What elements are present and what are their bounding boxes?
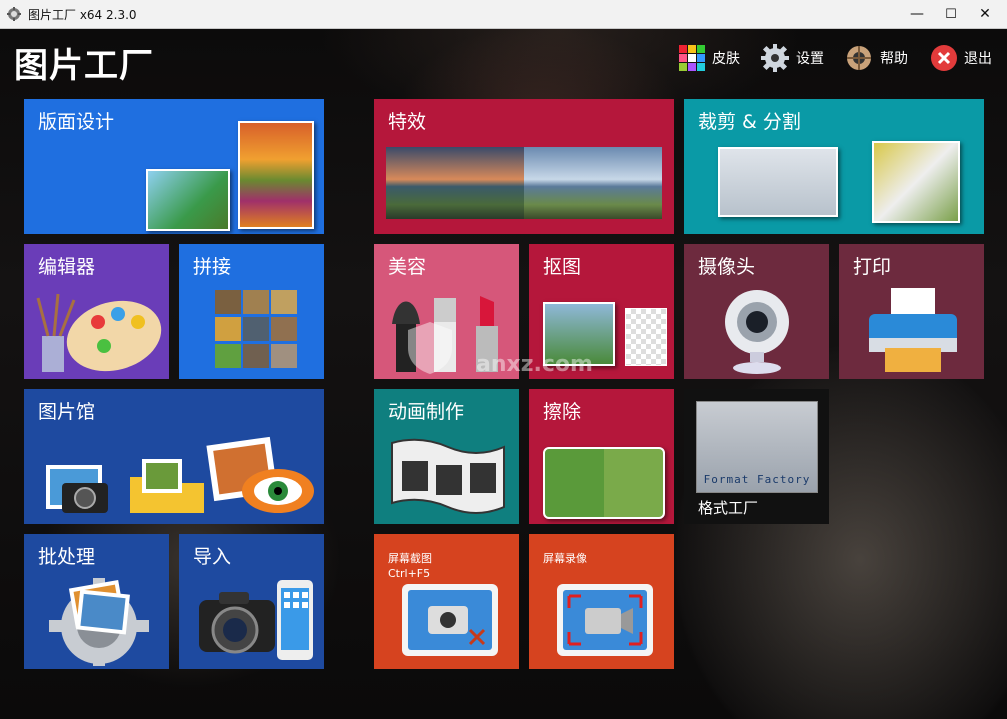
window-title: 图片工厂 x64 2.3.0 (28, 8, 137, 22)
paint-palette-icon (36, 293, 162, 372)
camera-phone-icon (199, 580, 313, 660)
tile-label: 批处理 (38, 546, 96, 568)
cutout-transparent-image (625, 308, 667, 366)
tile-label: 摄像头 (698, 256, 756, 278)
settings-label: 设置 (796, 51, 824, 67)
watermark-logo: anxz.com (400, 318, 620, 398)
title-bar: 图片工厂 x64 2.3.0 — ☐ ✕ (0, 0, 1007, 29)
collage-image (146, 169, 230, 231)
format-factory-image-text: Format Factory (703, 473, 811, 486)
tile-gallery[interactable]: 图片馆 (24, 389, 324, 524)
tile-label: 导入 (193, 546, 232, 568)
tile-label: 版面设计 (38, 111, 115, 133)
webcam-icon (725, 290, 789, 374)
format-factory-image: Format Factory (696, 401, 818, 493)
tile-effects[interactable]: 特效 (374, 99, 674, 234)
tile-label: 屏幕截图 Ctrl+F5 (388, 551, 432, 581)
help-label: 帮助 (880, 51, 908, 67)
tile-import[interactable]: 导入 (179, 534, 324, 669)
split-grid-photo (872, 141, 960, 223)
gallery-icons (46, 436, 314, 513)
lighthouse-before-image (386, 147, 524, 219)
tile-label: 编辑器 (38, 256, 96, 278)
printer-icon (869, 288, 957, 372)
deer-grid-image (543, 447, 665, 519)
help-icon (847, 46, 871, 70)
minimize-button[interactable]: — (900, 0, 934, 28)
tile-label: 图片馆 (38, 401, 96, 423)
batch-gear-icon (49, 578, 149, 666)
puppies-photo (718, 147, 838, 217)
app-title: 图片工厂 (14, 46, 154, 86)
tile-stitch[interactable]: 拼接 (179, 244, 324, 379)
tile-editor[interactable]: 编辑器 (24, 244, 169, 379)
settings-button[interactable]: 设置 (760, 42, 824, 74)
tile-label: 动画制作 (388, 401, 465, 423)
tile-label: 裁剪 & 分割 (698, 111, 801, 133)
tile-camera[interactable]: 摄像头 (684, 244, 829, 379)
tile-label: 特效 (388, 111, 427, 133)
tile-label: 擦除 (543, 401, 582, 423)
tile-erase[interactable]: 擦除 (529, 389, 674, 524)
screen-record-icon (557, 584, 653, 656)
screenshot-hotkey: Ctrl+F5 (388, 567, 431, 580)
screenshot-label: 屏幕截图 (388, 552, 432, 565)
tile-label: 打印 (853, 256, 892, 278)
app-window: 图片工厂 x64 2.3.0 — ☐ ✕ 图片工厂 皮肤 设置 帮助 退出 版面… (0, 0, 1007, 719)
gear-icon (761, 44, 789, 72)
tile-label: 抠图 (543, 256, 582, 278)
tile-screenshot[interactable]: 屏幕截图 Ctrl+F5 (374, 534, 519, 669)
close-button[interactable]: ✕ (968, 0, 1002, 28)
tile-print[interactable]: 打印 (839, 244, 984, 379)
shield-icon (408, 322, 452, 374)
tile-layout-design[interactable]: 版面设计 (24, 99, 324, 234)
collage-image (238, 121, 314, 229)
tile-label: 拼接 (193, 256, 232, 278)
tile-label: 屏幕录像 (543, 552, 587, 565)
skin-button[interactable]: 皮肤 (678, 42, 740, 74)
tile-screen-record[interactable]: 屏幕录像 (529, 534, 674, 669)
skin-label: 皮肤 (712, 51, 740, 67)
tile-animation[interactable]: 动画制作 (374, 389, 519, 524)
exit-icon (931, 45, 957, 71)
exit-button[interactable]: 退出 (930, 42, 992, 74)
screenshot-icon (402, 584, 498, 656)
exit-label: 退出 (964, 51, 992, 67)
tile-crop-split[interactable]: 裁剪 & 分割 (684, 99, 984, 234)
maximize-button[interactable]: ☐ (934, 0, 968, 28)
help-button[interactable]: 帮助 (844, 42, 908, 74)
tile-label: 格式工厂 (698, 499, 759, 517)
photo-grid-icon (215, 290, 297, 368)
tile-format-factory[interactable]: Format Factory 格式工厂 (684, 389, 829, 524)
skin-palette-icon (679, 45, 705, 71)
film-strip-icon (391, 438, 505, 514)
app-logo-icon (7, 7, 21, 21)
tile-batch[interactable]: 批处理 (24, 534, 169, 669)
lighthouse-after-image (524, 147, 662, 219)
watermark-text: anxz.com (476, 352, 593, 377)
tile-label: 美容 (388, 256, 427, 278)
